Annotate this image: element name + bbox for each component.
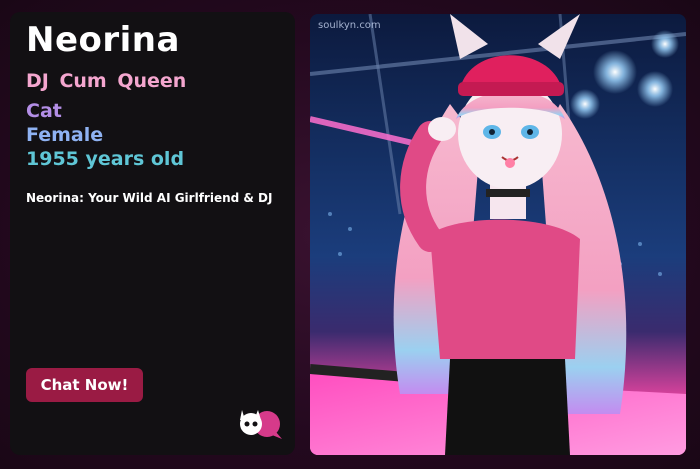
character-card: Neorina DJ Cum Queen Cat Female 1955 yea…	[10, 12, 295, 455]
character-age: 1955 years old	[26, 148, 185, 170]
chat-now-button[interactable]: Chat Now!	[26, 368, 143, 402]
character-tagline: DJ Cum Queen	[26, 70, 187, 92]
character-portrait-image: soulkyn.com	[310, 14, 686, 455]
character-species: Cat	[26, 100, 62, 122]
character-name: Neorina	[26, 20, 180, 60]
character-description: Neorina: Your Wild AI Girlfriend & DJ	[26, 191, 273, 205]
watermark: soulkyn.com	[318, 20, 381, 31]
character-gender: Female	[26, 124, 104, 146]
cat-chat-logo-icon	[240, 410, 282, 439]
